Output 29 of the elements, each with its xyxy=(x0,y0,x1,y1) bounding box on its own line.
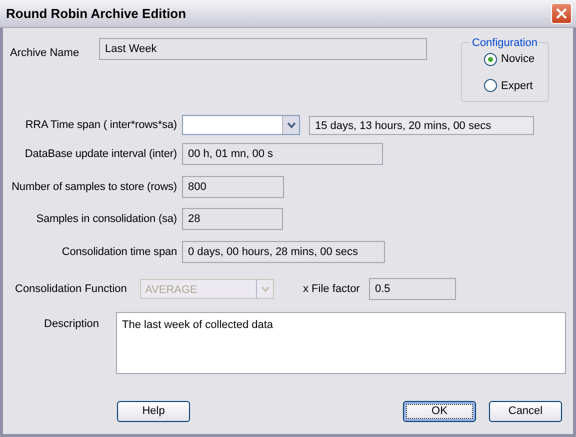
text-area[interactable]: The last week of collected data xyxy=(116,312,566,374)
field-label: RRA Time span ( inter*rows*sa) xyxy=(24,118,177,133)
field-label: Consolidation time span xyxy=(60,244,177,260)
dialog-button[interactable]: Help xyxy=(117,401,190,422)
text-field[interactable]: 0.5 xyxy=(369,278,456,300)
text-field[interactable]: 0 days, 00 hours, 28 mins, 00 secs xyxy=(182,241,385,263)
group-title: Configuration xyxy=(471,35,538,52)
radio-button[interactable]: Novice xyxy=(484,51,535,68)
dialog-button[interactable]: OK xyxy=(403,401,476,422)
caret-icon xyxy=(286,122,296,128)
field-label: x File factor xyxy=(303,282,361,297)
field-label: Samples in consolidation (sa) xyxy=(35,212,177,227)
readout-field: 15 days, 13 hours, 20 mins, 00 secs xyxy=(309,116,534,134)
field-label: Description xyxy=(43,317,100,332)
field-label: Consolidation Function xyxy=(15,282,128,297)
radio-button[interactable]: Expert xyxy=(484,78,535,94)
window-title: Round Robin Archive Edition xyxy=(6,4,186,23)
text-field[interactable]: 28 xyxy=(182,208,283,230)
field-label: Number of samples to store (rows) xyxy=(10,180,177,195)
dialog-button[interactable]: Cancel xyxy=(489,401,562,422)
field-label: Archive Name xyxy=(10,46,80,61)
text-field[interactable]: 800 xyxy=(182,176,284,198)
caret-icon xyxy=(260,286,270,292)
dropdown[interactable] xyxy=(182,115,300,135)
text-field[interactable]: Last Week xyxy=(99,38,427,60)
close-button[interactable] xyxy=(551,3,572,24)
text-field[interactable]: 00 h, 01 mn, 00 s xyxy=(182,143,383,165)
close-icon xyxy=(555,7,568,20)
field-label: DataBase update interval (inter) xyxy=(24,146,177,162)
